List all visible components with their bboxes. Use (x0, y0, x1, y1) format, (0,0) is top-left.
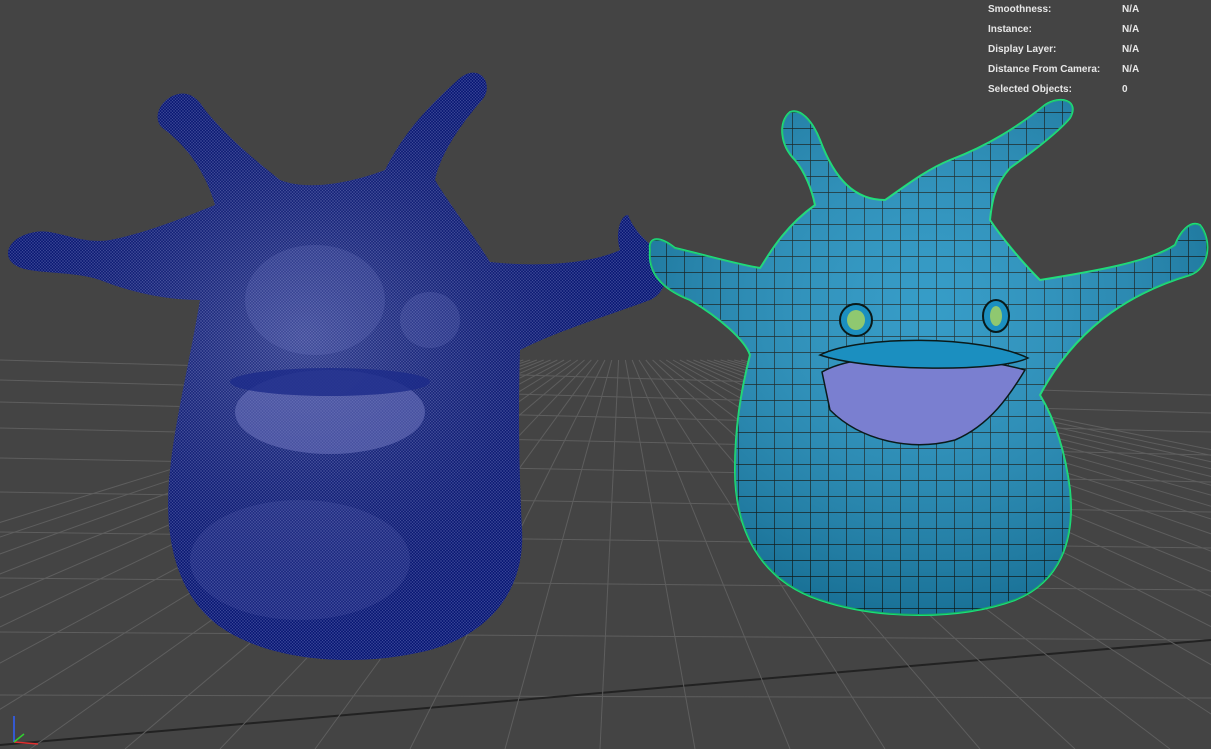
hud-row-selected-objects: Selected Objects: 0 (984, 82, 1204, 102)
high-poly-mesh[interactable] (7, 72, 667, 661)
hud-label: Smoothness: (988, 4, 1052, 15)
heads-up-display: Smoothness: N/A Instance: N/A Display La… (984, 2, 1204, 102)
hud-value: N/A (1122, 44, 1140, 55)
low-poly-mesh[interactable] (648, 98, 1209, 616)
3d-viewport[interactable]: Smoothness: N/A Instance: N/A Display La… (0, 0, 1211, 749)
hud-row-distance-from-camera: Distance From Camera: N/A (984, 62, 1204, 82)
hud-row-display-layer: Display Layer: N/A (984, 42, 1204, 62)
hud-label: Selected Objects: (988, 84, 1072, 95)
hud-value: N/A (1122, 4, 1140, 15)
hud-value: N/A (1122, 64, 1140, 75)
hud-row-smoothness: Smoothness: N/A (984, 2, 1204, 22)
hud-value: 0 (1122, 84, 1128, 95)
hud-label: Instance: (988, 24, 1032, 35)
axis-gizmo-icon (13, 716, 39, 745)
viewport-scene[interactable] (0, 0, 1211, 749)
hud-row-instance: Instance: N/A (984, 22, 1204, 42)
hud-label: Display Layer: (988, 44, 1057, 55)
hud-label: Distance From Camera: (988, 64, 1101, 75)
hud-value: N/A (1122, 24, 1140, 35)
